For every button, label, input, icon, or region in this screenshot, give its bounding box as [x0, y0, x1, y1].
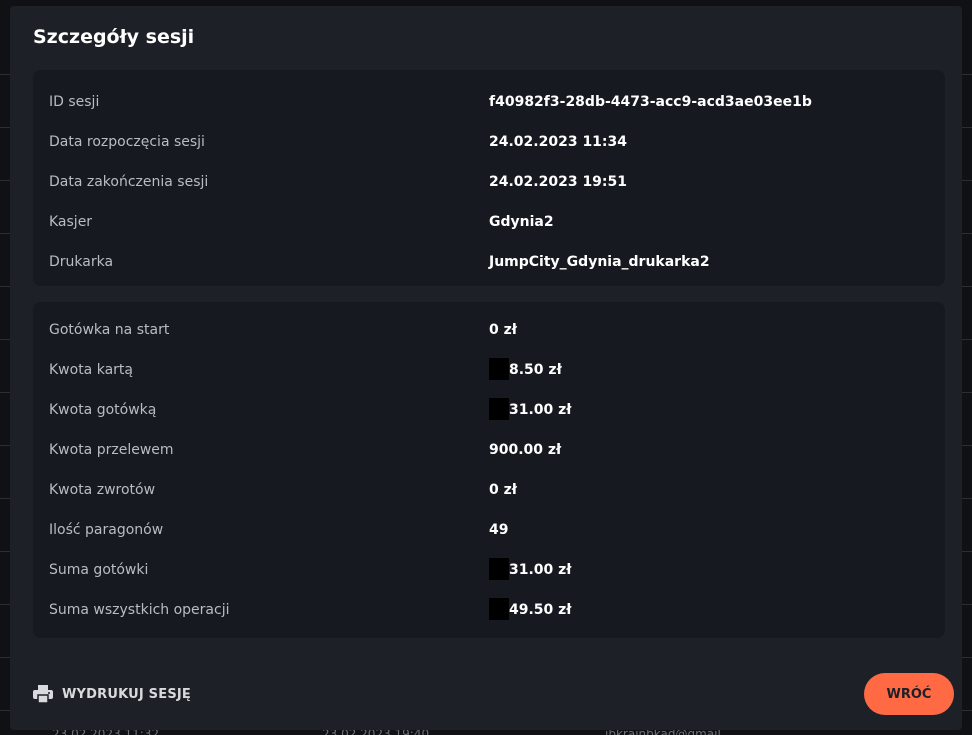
money-row: Suma gotówki 31.00 zł [33, 550, 945, 590]
card-amount-cell: 8.50 zł [489, 350, 562, 390]
session-info-row: Kasjer Gdynia2 [33, 202, 945, 242]
printer-icon [33, 685, 53, 704]
session-details-modal: Szczegóły sesji ID sesji f40982f3-28db-4… [10, 6, 962, 730]
session-info-row: Data rozpoczęcia sesji 24.02.2023 11:34 [33, 122, 945, 162]
cash-total-value: 31.00 zł [509, 562, 572, 578]
redaction-block [489, 358, 509, 380]
modal-title: Szczegóły sesji [33, 26, 195, 48]
background-row-divider [962, 392, 972, 393]
background-row-divider [0, 498, 10, 499]
session-start-value: 24.02.2023 11:34 [489, 134, 628, 150]
card-amount-label: Kwota kartą [49, 362, 133, 378]
background-row-divider [962, 604, 972, 605]
cashier-value: Gdynia2 [489, 214, 554, 230]
session-info-row: ID sesji f40982f3-28db-4473-acc9-acd3ae0… [33, 82, 945, 122]
background-row-divider [962, 551, 972, 552]
redaction-block [489, 558, 509, 580]
print-session-button[interactable]: WYDRUKUJ SESJĘ [33, 682, 191, 706]
money-row: Kwota zwrotów 0 zł [33, 470, 945, 510]
background-row-divider [0, 127, 10, 128]
background-row-divider [962, 339, 972, 340]
transfer-amount-label: Kwota przelewem [49, 442, 174, 458]
background-row-divider [962, 657, 972, 658]
background-row-divider [0, 604, 10, 605]
cash-amount-cell: 31.00 zł [489, 390, 572, 430]
background-row-divider [962, 498, 972, 499]
money-summary-card: Gotówka na start 0 zł Kwota kartą 8.50 z… [33, 302, 945, 638]
background-row-divider [0, 392, 10, 393]
money-row: Gotówka na start 0 zł [33, 310, 945, 350]
redaction-block [489, 398, 509, 420]
background-row-divider [0, 74, 10, 75]
operations-total-label: Suma wszystkich operacji [49, 602, 230, 618]
session-start-label: Data rozpoczęcia sesji [49, 134, 205, 150]
background-row-divider [0, 233, 10, 234]
background-row-divider [962, 710, 972, 711]
back-button[interactable]: WRÓĆ [864, 673, 954, 715]
session-info-card: ID sesji f40982f3-28db-4473-acc9-acd3ae0… [33, 70, 945, 286]
background-row-divider [962, 180, 972, 181]
cashier-label: Kasjer [49, 214, 93, 230]
redaction-block [489, 598, 509, 620]
background-row-divider [0, 657, 10, 658]
money-row: Ilość paragonów 49 [33, 510, 945, 550]
background-row-divider [0, 551, 10, 552]
printer-label: Drukarka [49, 254, 114, 270]
cash-total-label: Suma gotówki [49, 562, 149, 578]
operations-total-value: 49.50 zł [509, 602, 572, 618]
background-row-divider [0, 445, 10, 446]
session-end-label: Data zakończenia sesji [49, 174, 209, 190]
cash-start-label: Gotówka na start [49, 322, 170, 338]
printer-value: JumpCity_Gdynia_drukarka2 [489, 254, 710, 270]
session-end-value: 24.02.2023 19:51 [489, 174, 628, 190]
background-row-divider [962, 445, 972, 446]
cash-total-cell: 31.00 zł [489, 550, 572, 590]
background-row-divider [962, 74, 972, 75]
session-info-row: Data zakończenia sesji 24.02.2023 19:51 [33, 162, 945, 202]
refunds-amount-label: Kwota zwrotów [49, 482, 156, 498]
money-row: Suma wszystkich operacji 49.50 zł [33, 590, 945, 630]
card-amount-value: 8.50 zł [509, 362, 562, 378]
background-row-divider [962, 286, 972, 287]
money-row: Kwota kartą 8.50 zł [33, 350, 945, 390]
cash-amount-label: Kwota gotówką [49, 402, 157, 418]
background-row-divider [0, 286, 10, 287]
session-id-label: ID sesji [49, 94, 100, 110]
receipts-count-label: Ilość paragonów [49, 522, 164, 538]
print-session-label: WYDRUKUJ SESJĘ [62, 686, 191, 702]
transfer-amount-value: 900.00 zł [489, 442, 562, 458]
operations-total-cell: 49.50 zł [489, 590, 572, 630]
cash-start-value: 0 zł [489, 322, 517, 338]
background-row-divider [0, 180, 10, 181]
background-row-divider [962, 127, 972, 128]
refunds-amount-value: 0 zł [489, 482, 517, 498]
background-row-divider [0, 710, 10, 711]
background-row-divider [0, 339, 10, 340]
session-id-value: f40982f3-28db-4473-acc9-acd3ae03ee1b [489, 94, 812, 110]
cash-amount-value: 31.00 zł [509, 402, 572, 418]
receipts-count-value: 49 [489, 522, 509, 538]
money-row: Kwota przelewem 900.00 zł [33, 430, 945, 470]
background-row-divider [962, 233, 972, 234]
money-row: Kwota gotówką 31.00 zł [33, 390, 945, 430]
session-info-row: Drukarka JumpCity_Gdynia_drukarka2 [33, 242, 945, 282]
